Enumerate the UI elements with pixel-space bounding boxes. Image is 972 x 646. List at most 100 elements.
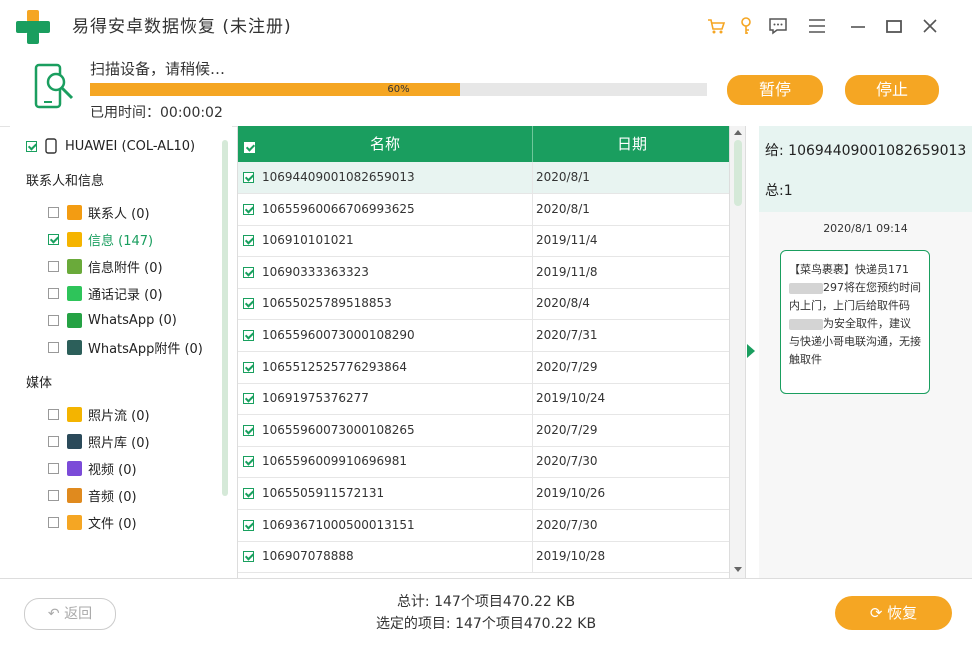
table-row[interactable]: 10691975376277 2019/10/24 [238, 383, 730, 416]
message-icon [67, 231, 82, 247]
category-checkbox[interactable] [48, 516, 59, 528]
row-date: 2020/8/4 [536, 296, 590, 311]
category-item[interactable]: 联系人 (0) [48, 203, 150, 222]
row-checkbox[interactable] [243, 361, 254, 373]
row-checkbox[interactable] [243, 330, 254, 341]
row-name: 10690333363323 [262, 264, 369, 279]
device-checkbox[interactable] [26, 140, 37, 152]
column-divider [532, 414, 533, 446]
row-checkbox[interactable] [243, 488, 254, 499]
column-divider [532, 162, 533, 193]
photo-library-icon [67, 433, 82, 449]
row-checkbox[interactable] [243, 235, 254, 247]
category-item[interactable]: 照片库 (0) [48, 432, 150, 451]
category-checkbox[interactable] [48, 435, 59, 447]
column-header-name[interactable]: 名称 [238, 126, 532, 162]
column-header-date[interactable]: 日期 [532, 126, 731, 162]
category-checkbox[interactable] [48, 314, 59, 326]
category-checkbox[interactable] [48, 287, 59, 299]
row-checkbox[interactable] [243, 203, 254, 215]
close-icon[interactable] [918, 14, 942, 38]
category-label: WhatsApp附件 (0) [88, 341, 203, 357]
contacts-icon [67, 204, 82, 220]
recipient-number: 给: 10694409001082659013 [765, 143, 967, 159]
category-item[interactable]: WhatsApp (0) [48, 311, 177, 329]
stop-button[interactable]: 停止 [845, 75, 939, 105]
scroll-down-icon[interactable] [734, 567, 742, 573]
pause-button[interactable]: 暂停 [727, 75, 823, 105]
row-checkbox[interactable] [243, 298, 254, 310]
maximize-icon[interactable] [882, 14, 906, 38]
cart-icon[interactable] [704, 14, 728, 38]
title-bar: 易得安卓数据恢复 (未注册) [0, 0, 972, 52]
device-name: HUAWEI (COL-AL10) [65, 138, 196, 154]
category-label: 照片流 (0) [88, 408, 150, 424]
category-checkbox[interactable] [48, 206, 59, 218]
category-checkbox[interactable] [48, 233, 59, 245]
minimize-icon[interactable] [846, 14, 870, 38]
category-item[interactable]: 信息 (147) [48, 230, 153, 249]
table-row[interactable]: 10655025789518853 2020/8/4 [238, 288, 730, 321]
total-summary: 总计: 147个项目470.22 KB [396, 594, 576, 610]
row-checkbox[interactable] [243, 424, 254, 436]
category-item[interactable]: 文件 (0) [48, 513, 137, 532]
device-node[interactable]: HUAWEI (COL-AL10) [26, 137, 195, 155]
scroll-up-icon[interactable] [734, 129, 742, 135]
row-name: 10655025789518853 [262, 296, 392, 311]
table-row[interactable]: 10655960073000108290 2020/7/31 [238, 320, 730, 352]
row-checkbox[interactable] [243, 519, 254, 531]
column-divider [532, 193, 533, 225]
category-label: 文件 (0) [88, 516, 137, 532]
row-checkbox[interactable] [243, 266, 254, 278]
category-item[interactable]: 信息附件 (0) [48, 257, 163, 276]
row-checkbox[interactable] [243, 551, 254, 563]
row-checkbox[interactable] [243, 456, 254, 468]
selected-summary: 选定的项目: 147个项目470.22 KB [375, 616, 597, 632]
row-date: 2019/10/26 [536, 486, 606, 500]
table-row[interactable]: 106559600991069698​1 2020/7/30 [238, 446, 730, 479]
message-list-table: 名称 日期 1069440900108265​9013 2020/8/1 10655… [237, 126, 730, 578]
row-checkbox[interactable] [243, 172, 254, 183]
table-row[interactable]: 106907078888 2019/10/28 [238, 541, 730, 574]
column-divider [532, 446, 533, 478]
video-icon [67, 460, 82, 476]
table-scrollbar[interactable] [729, 126, 746, 578]
category-checkbox[interactable] [48, 462, 59, 474]
category-checkbox[interactable] [48, 489, 59, 501]
table-row[interactable]: 10690333363323 2019/11/8 [238, 256, 730, 289]
row-date: 2020/7/29 [536, 422, 598, 437]
table-row[interactable]: 106551252577629386​4 2020/7/29 [238, 351, 730, 384]
category-item[interactable]: 音频 (0) [48, 486, 137, 505]
category-item[interactable]: 照片流 (0) [48, 405, 150, 424]
whatsapp-icon [67, 312, 82, 328]
table-row[interactable]: 1069367100050001315​1 2020/7/30 [238, 509, 730, 542]
column-divider [532, 320, 533, 351]
table-row[interactable]: 1065505911572131 2019/10/26 [238, 478, 730, 510]
row-checkbox[interactable] [243, 393, 254, 405]
phone-icon [45, 138, 57, 154]
table-row[interactable]: 106910101021 2019/11/4 [238, 225, 730, 258]
elapsed-time: 已用时间：00:00:02 [90, 105, 223, 121]
footer-bar: ↶ 返回 总计: 147个项目470.22 KB 选定的项目: 147个项目47… [0, 578, 972, 646]
phone-scan-icon [34, 63, 74, 109]
category-checkbox[interactable] [48, 408, 59, 420]
collapse-arrow-icon[interactable] [747, 344, 755, 358]
recover-button[interactable]: ⟳ 恢复 [835, 596, 952, 630]
category-item[interactable]: 视频 (0) [48, 459, 137, 478]
row-name: 106551252577629386​4 [262, 359, 408, 374]
table-scroll-thumb[interactable] [734, 140, 742, 206]
table-row[interactable]: 1069440900108265​9013 2020/8/1 [238, 162, 730, 194]
category-item[interactable]: WhatsApp附件 (0) [48, 338, 203, 357]
chat-icon[interactable] [766, 14, 790, 38]
left-panel-scrollbar[interactable] [222, 140, 228, 496]
menu-icon[interactable] [805, 14, 829, 38]
column-divider [532, 541, 533, 573]
row-name: 10655960073000108290 [262, 328, 415, 342]
table-row[interactable]: 10655960073000108265 2020/7/29 [238, 414, 730, 447]
category-checkbox[interactable] [48, 260, 59, 272]
panel-splitter[interactable] [745, 126, 760, 578]
key-icon[interactable] [734, 14, 758, 38]
category-item[interactable]: 通话记录 (0) [48, 284, 163, 303]
category-checkbox[interactable] [48, 341, 59, 353]
table-row[interactable]: 10655960066706993625 2020/8/1 [238, 193, 730, 226]
